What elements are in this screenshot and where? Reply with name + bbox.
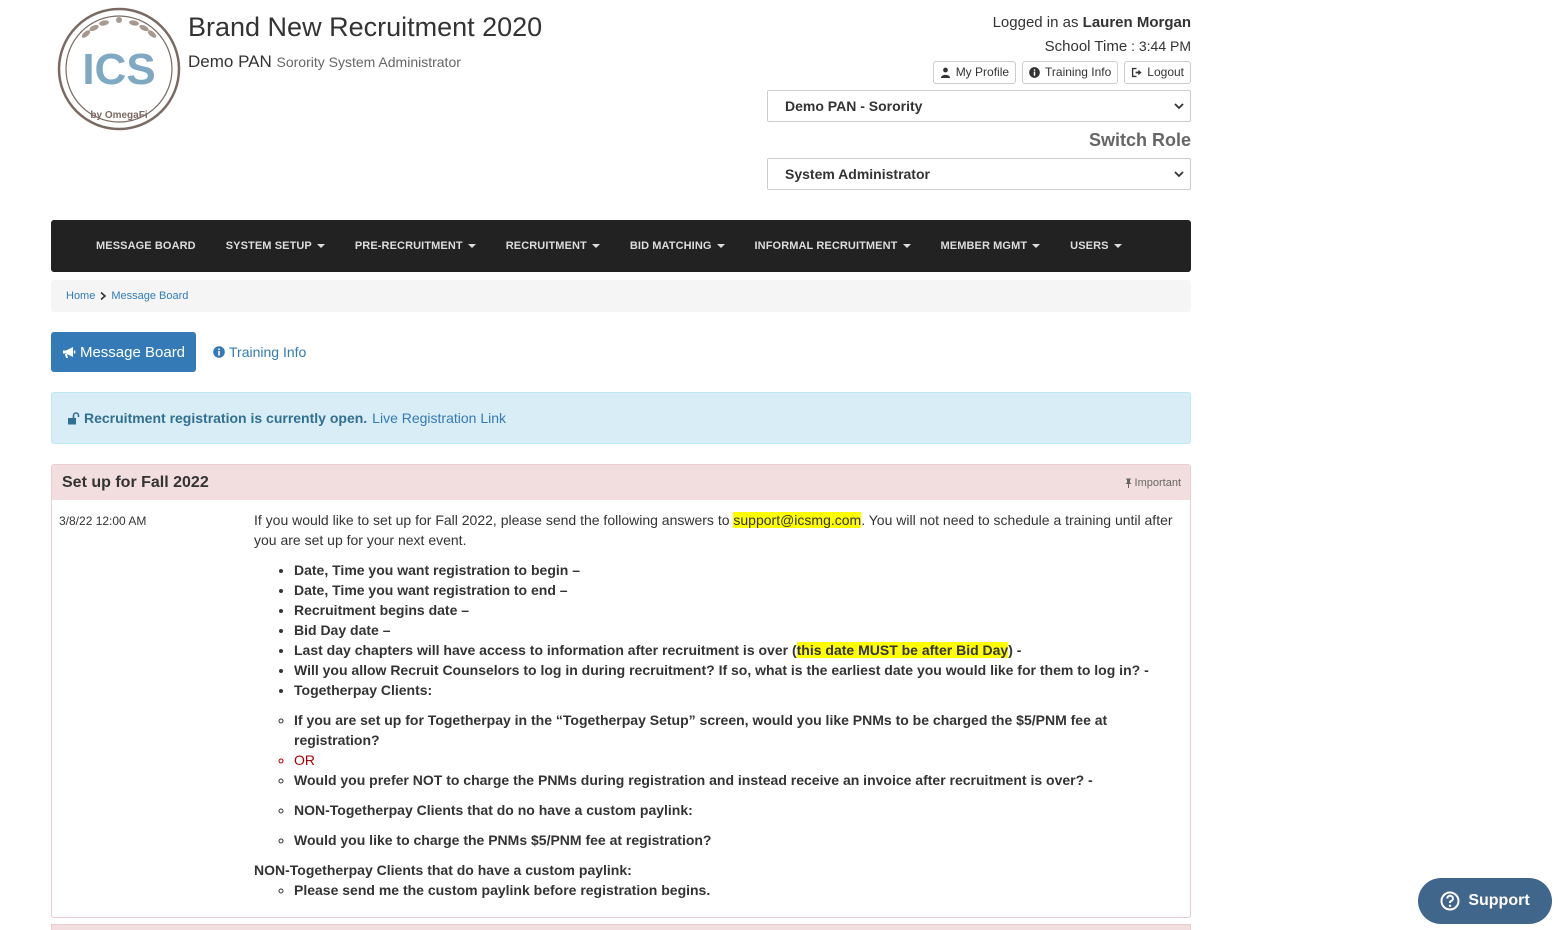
list-item: Last day chapters will have access to in…	[294, 640, 1184, 660]
chevron-down-icon	[1174, 171, 1184, 178]
list-item: Bid Day date –	[294, 620, 1184, 640]
nav-item-recruitment[interactable]: RECRUITMENT	[491, 240, 615, 252]
list-item: Would you prefer NOT to charge the PNMs …	[294, 770, 1184, 790]
setup-question-list: Date, Time you want registration to begi…	[254, 560, 1184, 700]
nav-item-message-board[interactable]: MESSAGE BOARD	[81, 240, 211, 252]
list-item: Recruitment begins date –	[294, 600, 1184, 620]
list-item: Date, Time you want registration to begi…	[294, 560, 1184, 580]
training-info-button[interactable]: Training Info	[1022, 61, 1119, 84]
important-badge: Important	[1124, 477, 1181, 489]
breadcrumb-home-link[interactable]: Home	[66, 290, 95, 302]
caret-down-icon	[716, 244, 725, 248]
org-line: Demo PAN Sorority System Administrator	[188, 52, 461, 72]
logged-in-line: Logged in as Lauren Morgan	[992, 14, 1191, 31]
info-icon	[1029, 67, 1040, 78]
chevron-down-icon	[1174, 103, 1184, 110]
user-icon	[940, 67, 950, 78]
user-box: Logged in as Lauren Morgan School Time :…	[761, 14, 1191, 84]
app-title: Brand New Recruitment 2020	[188, 12, 543, 42]
live-registration-link[interactable]: Live Registration Link	[372, 410, 506, 426]
org-name: Demo PAN	[188, 52, 272, 71]
list-item: Please send me the custom paylink before…	[294, 880, 1184, 900]
message-board-tab-button[interactable]: Message Board	[51, 332, 196, 372]
logout-icon	[1132, 67, 1142, 78]
post-intro: If you would like to set up for Fall 202…	[254, 512, 1173, 548]
ics-logo[interactable]: ICS by OmegaFi	[56, 6, 182, 132]
nav-item-member-mgmt[interactable]: MEMBER MGMT	[926, 240, 1056, 252]
my-profile-button[interactable]: My Profile	[932, 61, 1017, 84]
organization-select[interactable]: Demo PAN - Sorority	[767, 90, 1191, 122]
nav-item-bid-matching[interactable]: BID MATCHING	[615, 240, 740, 252]
info-icon	[213, 346, 225, 358]
nav-item-system-setup[interactable]: SYSTEM SETUP	[211, 240, 340, 252]
registration-status-alert: Recruitment registration is currently op…	[51, 392, 1191, 444]
school-time: School Time : 3:44 PM	[1044, 38, 1191, 55]
nav-item-pre-recruitment[interactable]: PRE-RECRUITMENT	[340, 240, 491, 252]
role-select[interactable]: System Administrator	[767, 158, 1191, 190]
nav-item-informal-recruitment[interactable]: INFORMAL RECRUITMENT	[740, 240, 926, 252]
svg-text:by OmegaFi: by OmegaFi	[90, 110, 147, 121]
chevron-right-icon	[100, 292, 107, 300]
registration-status-text: Recruitment registration is currently op…	[84, 410, 368, 426]
org-role: Sorority System Administrator	[276, 54, 461, 70]
svg-text:ICS: ICS	[82, 45, 155, 94]
caret-down-icon	[316, 244, 325, 248]
list-item: Will you allow Recruit Counselors to log…	[294, 660, 1184, 680]
list-item: OR	[294, 750, 1184, 770]
bullhorn-icon	[62, 346, 76, 358]
list-item: Date, Time you want registration to end …	[294, 580, 1184, 600]
message-post-header: Set up for Fall 2022 Important	[52, 465, 1190, 500]
support-email[interactable]: support@icsmg.com	[733, 512, 862, 528]
message-post-body: If you would like to set up for Fall 202…	[254, 510, 1184, 900]
pin-icon	[1125, 478, 1132, 488]
paylink-section: NON-Togetherpay Clients that do have a c…	[254, 860, 1184, 900]
user-name: Lauren Morgan	[1082, 14, 1191, 31]
message-post-panel: Set up for Fall 2022 Important 3/8/22 12…	[51, 464, 1191, 918]
breadcrumb: Home Message Board	[51, 280, 1191, 312]
list-item: If you are set up for Togetherpay in the…	[294, 710, 1184, 750]
list-item: Togetherpay Clients:	[294, 680, 1184, 700]
caret-down-icon	[1032, 244, 1041, 248]
main-navbar: MESSAGE BOARD SYSTEM SETUP PRE-RECRUITMENT…	[51, 220, 1191, 272]
nav-item-users[interactable]: USERS	[1055, 240, 1136, 252]
caret-down-icon	[467, 244, 476, 248]
message-post-date: 3/8/22 12:00 AM	[59, 514, 147, 528]
message-post-title: Set up for Fall 2022	[62, 473, 209, 491]
logout-button[interactable]: Logout	[1124, 61, 1191, 84]
caret-down-icon	[902, 244, 911, 248]
user-buttons: My Profile Training Info Logout	[761, 61, 1191, 84]
paylink-list: Please send me the custom paylink before…	[254, 880, 1184, 900]
next-message-panel-edge	[51, 924, 1191, 930]
list-item: Would you like to charge the PNMs $5/PNM…	[294, 830, 1184, 850]
switch-role-label: Switch Role	[1088, 130, 1191, 150]
togetherpay-options-list: If you are set up for Togetherpay in the…	[254, 710, 1184, 850]
training-info-tab-link[interactable]: Training Info	[213, 332, 306, 372]
help-icon	[1440, 891, 1460, 911]
unlock-icon	[68, 411, 80, 424]
breadcrumb-current[interactable]: Message Board	[111, 290, 188, 302]
caret-down-icon	[1113, 244, 1122, 248]
caret-down-icon	[591, 244, 600, 248]
list-item: NON-Togetherpay Clients that do no have …	[294, 800, 1184, 820]
support-button[interactable]: Support	[1418, 878, 1552, 924]
